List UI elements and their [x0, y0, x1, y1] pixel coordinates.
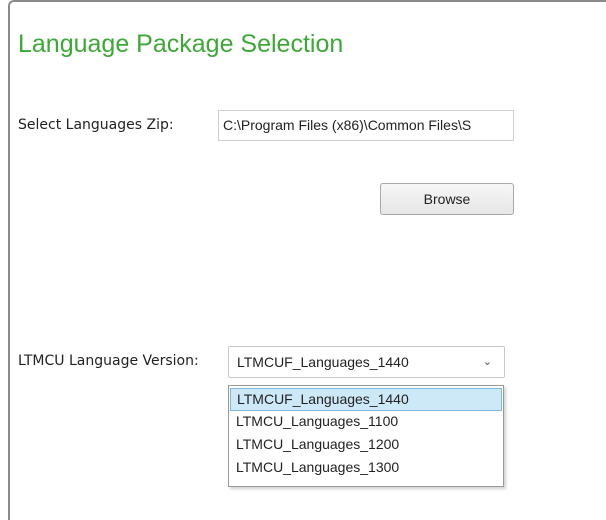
language-version-select[interactable]: LTMCUF_Languages_1440 ⌄ [228, 346, 505, 378]
language-version-label: LTMCU Language Version: [18, 353, 199, 369]
selected-version: LTMCUF_Languages_1440 [237, 354, 409, 370]
dropdown-option[interactable]: LTMCUF_Languages_1440 [230, 388, 502, 411]
dropdown-option[interactable]: LTMCU_Languages_1100 [230, 411, 502, 434]
chevron-down-icon[interactable]: ⌄ [483, 355, 492, 368]
dropdown-option[interactable]: LTMCU_Languages_1300 [230, 457, 502, 480]
browse-button[interactable]: Browse [380, 183, 514, 215]
zip-path-field[interactable]: C:\Program Files (x86)\Common Files\S [218, 110, 514, 141]
dropdown-option[interactable]: LTMCU_Languages_1200 [230, 434, 502, 457]
zip-label: Select Languages Zip: [18, 117, 174, 133]
page-title: Language Package Selection [18, 30, 344, 58]
language-version-dropdown: LTMCUF_Languages_1440 LTMCU_Languages_11… [228, 385, 504, 487]
